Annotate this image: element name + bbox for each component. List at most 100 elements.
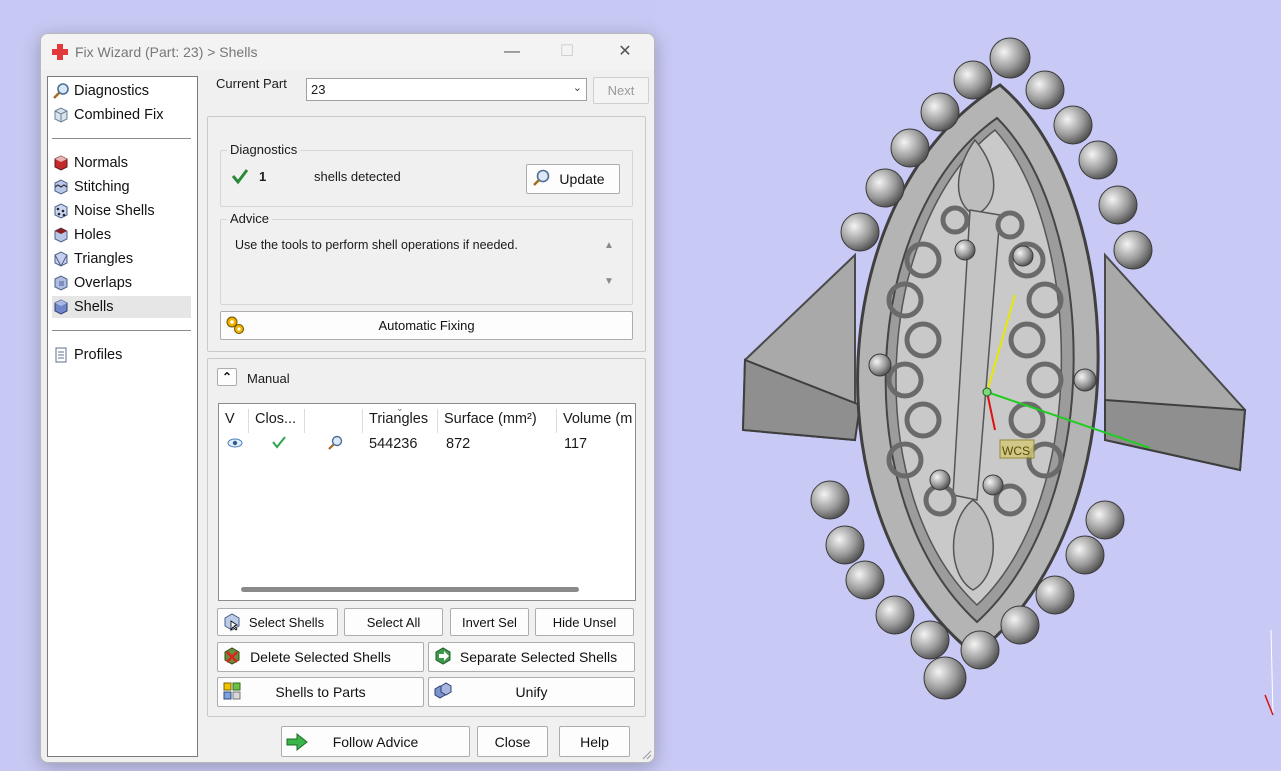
cube-icon [54,107,68,123]
volume-cell: 117 [564,436,588,452]
column-header-surface[interactable]: Surface (mm²) [438,409,557,433]
nav-item-shells[interactable]: Shells [52,296,191,318]
horizontal-scrollbar[interactable] [241,587,579,592]
minimize-button[interactable]: — [494,40,530,64]
delete-selected-shells-button[interactable]: Delete Selected Shells [217,642,424,672]
separate-shells-icon [435,647,451,665]
manual-title: Manual [247,371,290,386]
chevron-down-icon: ⌄ [572,82,582,94]
3d-viewport[interactable]: WCS [655,0,1281,771]
current-part-value: 23 [311,82,326,97]
column-header-volume[interactable]: Volume (m [557,409,635,433]
nav-item-triangles[interactable]: Triangles [52,248,191,270]
nav-item-label: Overlaps [74,275,133,291]
follow-advice-label: Follow Advice [332,733,419,750]
shell-count: 1 [259,169,267,184]
locate-magnifier-icon[interactable] [326,434,344,452]
red-cross-icon [52,44,68,60]
collapse-manual-button[interactable]: ⌃ [217,368,237,386]
automatic-fixing-label: Automatic Fixing [378,318,475,333]
advice-group-title: Advice [227,211,273,226]
green-arrow-icon [286,732,308,752]
wizard-navigation: Diagnostics Combined Fix Normals Stitchi… [47,76,198,757]
shells-to-parts-label: Shells to Parts [275,684,366,700]
hide-unselected-button[interactable]: Hide Unsel [535,608,634,636]
nav-item-label: Stitching [74,179,130,195]
follow-advice-button[interactable]: Follow Advice [281,726,470,757]
unify-icon [434,682,452,699]
delete-shells-icon [224,647,240,665]
nav-item-profiles[interactable]: Profiles [52,344,191,366]
fix-wizard-dialog: Fix Wizard (Part: 23) > Shells — ☐ ✕ Dia… [40,33,655,763]
select-shells-label: Select Shells [248,614,325,630]
holes-icon [54,227,68,243]
column-header-visible[interactable]: V [219,409,249,433]
window-title: Fix Wizard (Part: 23) > Shells [75,44,258,60]
nav-item-noise-shells[interactable]: Noise Shells [52,200,191,222]
select-shells-icon [224,613,240,632]
column-header-closed[interactable]: Clos... [249,409,305,433]
nav-item-diagnostics[interactable]: Diagnostics [52,80,191,102]
delete-selected-shells-label: Delete Selected Shells [250,649,391,665]
sort-indicator-icon: ⌄ [396,403,404,413]
current-part-select[interactable]: 23 ⌄ [306,78,587,101]
unify-button[interactable]: Unify [428,677,635,707]
chevron-up-icon: ⌃ [221,370,233,384]
next-button[interactable]: Next [593,77,649,104]
nav-item-label: Shells [74,299,114,315]
nav-item-overlaps[interactable]: Overlaps [52,272,191,294]
nav-item-label: Noise Shells [74,203,155,219]
nav-item-stitching[interactable]: Stitching [52,176,191,198]
current-part-label: Current Part [216,76,287,91]
scroll-up-icon[interactable]: ▲ [604,240,614,251]
wcs-label: WCS [1002,444,1030,458]
column-header-locate[interactable] [305,409,363,433]
nav-item-holes[interactable]: Holes [52,224,191,246]
automatic-fixing-button[interactable]: Automatic Fixing [220,311,633,340]
nav-item-label: Diagnostics [74,83,149,99]
noise-shells-icon [54,203,68,219]
close-button[interactable]: Close [477,726,548,757]
scroll-down-icon[interactable]: ▼ [604,276,614,287]
stitching-icon [54,179,68,195]
document-icon [55,347,67,363]
advice-text: Use the tools to perform shell operation… [235,238,595,298]
nav-item-label: Profiles [74,347,123,363]
separate-selected-shells-label: Separate Selected Shells [459,649,618,665]
diagnostics-status: shells detected [314,169,401,184]
maximize-button[interactable]: ☐ [549,40,585,64]
shells-icon [54,299,68,315]
diagnostics-panel: Diagnostics 1 shells detected Update Adv… [207,116,646,352]
triangles-icon [54,251,68,267]
advice-group: Advice Use the tools to perform shell op… [220,211,633,305]
shells-to-parts-icon [223,682,241,700]
close-window-button[interactable]: ✕ [607,40,643,64]
nav-item-normals[interactable]: Normals [52,152,191,174]
normals-icon [54,155,68,171]
resize-grip-icon[interactable] [640,748,652,760]
unify-label: Unify [515,684,548,700]
eye-icon[interactable] [227,437,243,449]
checkmark-icon [231,169,249,185]
shells-table[interactable]: V Clos... Triangles ⌄ Surface (mm²) Volu… [218,403,636,601]
magnifier-icon [533,169,550,186]
diagnostics-group-title: Diagnostics [227,142,301,157]
surface-cell: 872 [446,436,471,452]
overlaps-icon [54,275,68,291]
ring-model: WCS [741,37,1274,716]
nav-item-combined-fix[interactable]: Combined Fix [52,104,191,126]
select-shells-button[interactable]: Select Shells [217,608,338,636]
gears-icon [226,316,244,334]
nav-item-label: Holes [74,227,112,243]
triangles-cell: 544236 [369,436,418,452]
invert-selection-button[interactable]: Invert Sel [450,608,529,636]
shells-to-parts-button[interactable]: Shells to Parts [217,677,424,707]
select-all-button[interactable]: Select All [344,608,443,636]
title-bar[interactable]: Fix Wizard (Part: 23) > Shells — ☐ ✕ [41,34,654,70]
separate-selected-shells-button[interactable]: Separate Selected Shells [428,642,635,672]
nav-item-label: Normals [74,155,128,171]
magnifier-icon [53,83,69,99]
help-button[interactable]: Help [559,726,630,757]
update-button[interactable]: Update [526,164,620,194]
closed-check-icon [272,436,286,449]
